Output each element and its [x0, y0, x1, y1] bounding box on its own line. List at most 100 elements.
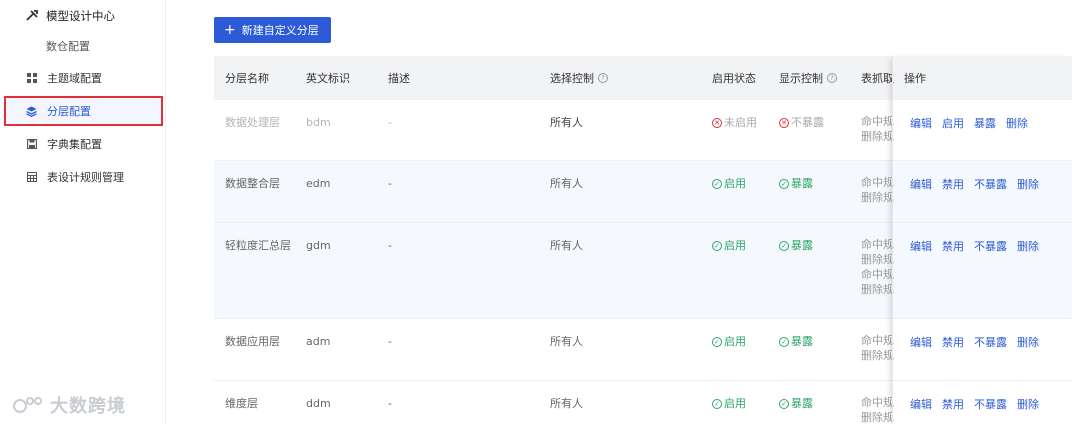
- unexpose-link[interactable]: 不暴露: [974, 396, 1007, 412]
- cell-desc: -: [388, 239, 392, 252]
- cell-name: 数据整合层: [225, 177, 280, 190]
- enable-link[interactable]: 启用: [942, 115, 964, 131]
- watermark-text: 大数跨境: [50, 396, 126, 417]
- new-custom-layer-label: 新建自定义分层: [241, 24, 319, 37]
- cell-desc: -: [388, 397, 392, 410]
- disable-link[interactable]: 禁用: [942, 334, 964, 350]
- check-circle-icon: ✓: [712, 179, 722, 189]
- cell-display: ✓ 暴露: [779, 176, 813, 192]
- check-circle-icon: ✓: [779, 241, 789, 251]
- close-circle-icon: ✕: [712, 118, 722, 128]
- unexpose-link[interactable]: 不暴露: [974, 334, 1007, 350]
- table-row: 数据应用层 adm - 所有人 ✓ 启用 ✓ 暴露 命中规 删除规 编辑 禁用 不暴…: [214, 319, 1072, 381]
- delete-link[interactable]: 删除: [1017, 334, 1039, 350]
- plus-icon: +: [224, 22, 236, 38]
- table-row: 轻粒度汇总层 gdm - 所有人 ✓ 启用 ✓ 暴露 命中规 删除规 命中规 删除规…: [214, 223, 1072, 319]
- cell-rules: 命中规 删除规 命中规 删除规: [861, 238, 894, 296]
- cell-enable-status: ✓ 启用: [712, 176, 746, 192]
- table-icon: [26, 172, 37, 183]
- sidebar-item-label: 字典集配置: [47, 138, 102, 151]
- delete-link[interactable]: 删除: [1006, 115, 1028, 131]
- cell-desc: -: [388, 177, 392, 190]
- watermark-logo: 大数跨境: [12, 392, 126, 418]
- cell-display: ✓ 暴露: [779, 238, 813, 254]
- cell-select: 所有人: [550, 397, 583, 410]
- cell-select: 所有人: [550, 335, 583, 348]
- cell-select: 所有人: [550, 239, 583, 252]
- sidebar-title[interactable]: 模型设计中心: [26, 8, 115, 24]
- sidebar: 模型设计中心 数仓配置 主题域配置 分层配置 字典集配置 表设计规则管理 大数跨…: [0, 0, 166, 424]
- cell-display: ✕ 不暴露: [779, 115, 824, 131]
- row-actions: 编辑 禁用 不暴露 删除: [910, 238, 1039, 254]
- layers-icon: [26, 106, 37, 117]
- sidebar-item-table-rules[interactable]: 表设计规则管理: [0, 162, 166, 192]
- save-icon: [26, 139, 37, 150]
- header-desc: 描述: [388, 72, 410, 85]
- header-display-control-label: 显示控制: [779, 72, 823, 85]
- sidebar-item-label: 主题域配置: [47, 72, 102, 85]
- check-circle-icon: ✓: [712, 337, 722, 347]
- table-row: 维度层 ddm - 所有人 ✓ 启用 ✓ 暴露 命中规 删除规 编辑 禁用 不暴露 …: [214, 381, 1072, 424]
- cell-name: 数据应用层: [225, 335, 280, 348]
- edit-link[interactable]: 编辑: [910, 115, 932, 131]
- edit-link[interactable]: 编辑: [910, 334, 932, 350]
- header-display-control: 显示控制 ?: [779, 56, 837, 100]
- cell-rules: 命中规 删除规: [861, 115, 894, 143]
- cell-enable-status: ✓ 启用: [712, 238, 746, 254]
- cell-rules: 命中规 删除规: [861, 334, 894, 362]
- disable-link[interactable]: 禁用: [942, 176, 964, 192]
- header-enable-status: 启用状态: [712, 72, 756, 85]
- sidebar-item-layer-config[interactable]: 分层配置: [4, 96, 163, 126]
- cell-select: 所有人: [550, 116, 583, 129]
- grid-icon: [26, 73, 37, 84]
- cell-code: adm: [306, 335, 331, 348]
- sidebar-title-label: 模型设计中心: [46, 9, 115, 23]
- edit-link[interactable]: 编辑: [910, 238, 932, 254]
- cell-rules: 命中规 删除规: [861, 176, 894, 204]
- header-name: 分层名称: [225, 72, 269, 85]
- edit-link[interactable]: 编辑: [910, 396, 932, 412]
- check-circle-icon: ✓: [712, 241, 722, 251]
- tools-icon: [26, 10, 38, 22]
- watermark-icon: [13, 397, 42, 413]
- cell-desc: -: [388, 116, 392, 129]
- row-actions: 编辑 禁用 不暴露 删除: [910, 396, 1039, 412]
- check-circle-icon: ✓: [779, 337, 789, 347]
- expose-link[interactable]: 暴露: [974, 115, 996, 131]
- cell-display: ✓ 暴露: [779, 396, 813, 412]
- check-circle-icon: ✓: [712, 399, 722, 409]
- help-icon[interactable]: ?: [598, 73, 608, 83]
- disable-link[interactable]: 禁用: [942, 396, 964, 412]
- header-table-fetch: 表抓取: [861, 72, 894, 85]
- cell-code: gdm: [306, 239, 331, 252]
- disable-link[interactable]: 禁用: [942, 238, 964, 254]
- sidebar-item-subject-domain[interactable]: 主题域配置: [0, 63, 166, 93]
- edit-link[interactable]: 编辑: [910, 176, 932, 192]
- delete-link[interactable]: 删除: [1017, 396, 1039, 412]
- cell-name: 数据处理层: [225, 116, 280, 129]
- sidebar-item-label: 表设计规则管理: [47, 171, 124, 184]
- cell-code: bdm: [306, 116, 331, 129]
- delete-link[interactable]: 删除: [1017, 176, 1039, 192]
- close-circle-icon: ✕: [779, 118, 789, 128]
- table-header: 分层名称 英文标识 描述 选择控制 ? 启用状态 显示控制 ? 表抓取 操作: [214, 56, 1072, 100]
- row-actions: 编辑 禁用 不暴露 删除: [910, 176, 1039, 192]
- cell-desc: -: [388, 335, 392, 348]
- delete-link[interactable]: 删除: [1017, 238, 1039, 254]
- cell-code: edm: [306, 177, 331, 190]
- cell-name: 维度层: [225, 397, 258, 410]
- cell-code: ddm: [306, 397, 331, 410]
- unexpose-link[interactable]: 不暴露: [974, 238, 1007, 254]
- sidebar-item-label: 分层配置: [47, 105, 91, 118]
- sidebar-item-dictionary[interactable]: 字典集配置: [0, 129, 166, 159]
- cell-enable-status: ✓ 启用: [712, 396, 746, 412]
- sidebar-subtitle[interactable]: 数仓配置: [46, 38, 90, 54]
- cell-rules: 命中规 删除规: [861, 396, 894, 424]
- help-icon[interactable]: ?: [827, 73, 837, 83]
- cell-name: 轻粒度汇总层: [225, 239, 291, 252]
- unexpose-link[interactable]: 不暴露: [974, 176, 1007, 192]
- new-custom-layer-button[interactable]: + 新建自定义分层: [214, 17, 331, 43]
- header-select-control-label: 选择控制: [550, 72, 594, 85]
- cell-display: ✓ 暴露: [779, 334, 813, 350]
- header-ops: 操作: [904, 72, 926, 85]
